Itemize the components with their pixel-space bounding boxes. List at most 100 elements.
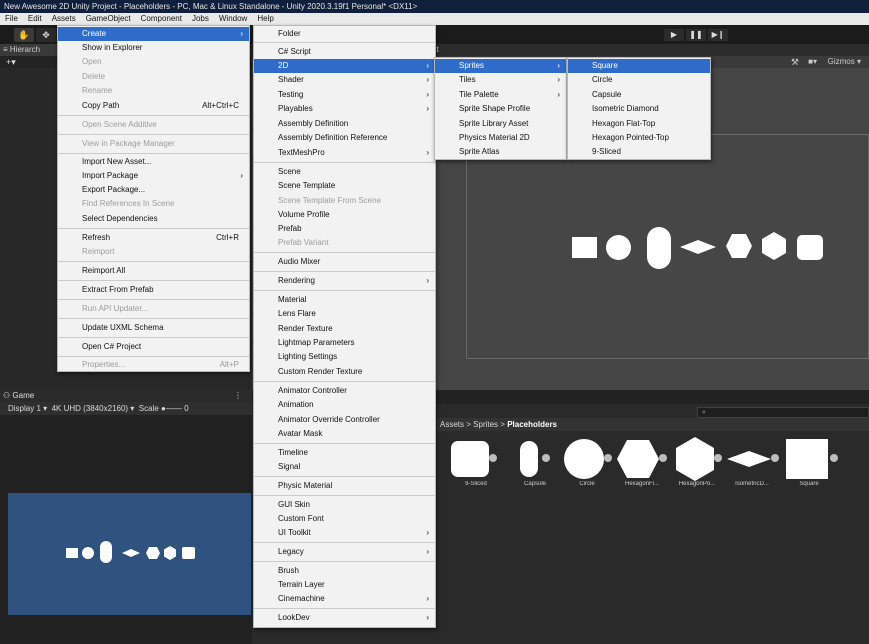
nine-sliced-sprite[interactable]: [797, 235, 823, 260]
menu-item-reimport-all[interactable]: Reimport All: [58, 264, 249, 278]
expand-icon[interactable]: [659, 454, 667, 462]
menu-item-rendering[interactable]: Rendering ›: [254, 274, 435, 288]
menu-item-animation[interactable]: Animation: [254, 398, 435, 412]
breadcrumb-sprites[interactable]: Sprites: [473, 420, 498, 429]
menu-edit[interactable]: Edit: [23, 13, 47, 25]
menu-item-ui-toolkit[interactable]: UI Toolkit ›: [254, 526, 435, 540]
expand-icon[interactable]: [714, 454, 722, 462]
menu-item-physic-material[interactable]: Physic Material: [254, 479, 435, 493]
menu-item-custom-font[interactable]: Custom Font: [254, 512, 435, 526]
menu-item-scene-template[interactable]: Scene Template: [254, 179, 435, 193]
menu-item-timeline[interactable]: Timeline: [254, 446, 435, 460]
search-input[interactable]: ⌕: [697, 407, 869, 418]
menu-gameobject[interactable]: GameObject: [81, 13, 136, 25]
pause-button[interactable]: ❚❚: [686, 29, 706, 41]
expand-icon[interactable]: [489, 454, 497, 462]
menu-item-lookdev[interactable]: LookDev ›: [254, 611, 435, 625]
menu-item-circle[interactable]: Circle: [568, 73, 710, 87]
menu-item-playables[interactable]: Playables ›: [254, 102, 435, 116]
menu-item-prefab[interactable]: Prefab: [254, 222, 435, 236]
menu-file[interactable]: File: [0, 13, 23, 25]
game-tab[interactable]: ⚇ Game ⋮: [0, 390, 252, 402]
menu-component[interactable]: Component: [136, 13, 187, 25]
menu-help[interactable]: Help: [252, 13, 278, 25]
menu-item-gui-skin[interactable]: GUI Skin: [254, 498, 435, 512]
menu-item-extract-from-prefab[interactable]: Extract From Prefab: [58, 283, 249, 297]
menu-window[interactable]: Window: [214, 13, 252, 25]
menu-item-update-uxml-schema[interactable]: Update UXML Schema: [58, 321, 249, 335]
hand-tool-icon[interactable]: ✋: [14, 28, 34, 42]
hierarchy-tab[interactable]: ≡ Hierarch: [0, 44, 60, 56]
menu-item-legacy[interactable]: Legacy ›: [254, 545, 435, 559]
menu-item-lens-flare[interactable]: Lens Flare: [254, 307, 435, 321]
menu-item-create[interactable]: Create ›: [58, 27, 249, 41]
asset-capsule[interactable]: Capsule: [508, 437, 562, 487]
menu-item-sprites[interactable]: Sprites ›: [435, 59, 566, 73]
circle-sprite[interactable]: [606, 235, 631, 260]
step-button[interactable]: ▶❙: [708, 29, 728, 41]
menu-item-sprite-atlas[interactable]: Sprite Atlas: [435, 145, 566, 159]
menu-item-9-sliced[interactable]: 9-Sliced: [568, 145, 710, 159]
menu-item-render-texture[interactable]: Render Texture: [254, 322, 435, 336]
menu-item-testing[interactable]: Testing ›: [254, 88, 435, 102]
asset-isometric-diamond[interactable]: IsometricD...: [725, 437, 779, 487]
camera-icon[interactable]: ■▾: [808, 56, 817, 68]
breadcrumb-assets[interactable]: Assets: [440, 420, 464, 429]
more-options-icon[interactable]: ⋮: [234, 390, 242, 402]
asset-square[interactable]: Square: [782, 437, 838, 487]
menu-item-hexagon-pointed-top[interactable]: Hexagon Pointed-Top: [568, 131, 710, 145]
display-dropdown[interactable]: Display 1: [8, 404, 41, 413]
menu-item-export-package[interactable]: Export Package...: [58, 183, 249, 197]
expand-icon[interactable]: [771, 454, 779, 462]
menu-item-terrain-layer[interactable]: Terrain Layer: [254, 578, 435, 592]
menu-item-animator-override-controller[interactable]: Animator Override Controller: [254, 413, 435, 427]
capsule-sprite[interactable]: [647, 227, 671, 269]
menu-item-copy-path[interactable]: Copy Path Alt+Ctrl+C: [58, 99, 249, 113]
menu-assets[interactable]: Assets: [47, 13, 81, 25]
menu-item-lightmap-parameters[interactable]: Lightmap Parameters: [254, 336, 435, 350]
menu-item-sprite-library-asset[interactable]: Sprite Library Asset: [435, 117, 566, 131]
scale-slider[interactable]: ●——: [161, 404, 182, 413]
expand-icon[interactable]: [604, 454, 612, 462]
menu-item-shader[interactable]: Shader ›: [254, 73, 435, 87]
square-sprite[interactable]: [572, 237, 597, 258]
menu-item-scene[interactable]: Scene: [254, 165, 435, 179]
menu-item-signal[interactable]: Signal: [254, 460, 435, 474]
menu-item-tiles[interactable]: Tiles ›: [435, 73, 566, 87]
asset-hexagon-pointed[interactable]: HexagonPo...: [670, 437, 724, 487]
menu-item-brush[interactable]: Brush: [254, 564, 435, 578]
menu-item-tile-palette[interactable]: Tile Palette ›: [435, 88, 566, 102]
menu-item-assembly-definition[interactable]: Assembly Definition: [254, 117, 435, 131]
asset-hexagon-flat[interactable]: HexagonFl...: [615, 437, 669, 487]
menu-item-import-package[interactable]: Import Package ›: [58, 169, 249, 183]
menu-item-avatar-mask[interactable]: Avatar Mask: [254, 427, 435, 441]
menu-item-select-dependencies[interactable]: Select Dependencies: [58, 212, 249, 226]
menu-item-animator-controller[interactable]: Animator Controller: [254, 384, 435, 398]
menu-item-capsule[interactable]: Capsule: [568, 88, 710, 102]
menu-item-volume-profile[interactable]: Volume Profile: [254, 208, 435, 222]
menu-item-import-new-asset[interactable]: Import New Asset...: [58, 155, 249, 169]
gizmos-dropdown[interactable]: Gizmos ▾: [828, 57, 861, 67]
tools-icon[interactable]: ⚒: [791, 56, 799, 68]
expand-icon[interactable]: [542, 454, 550, 462]
menu-item-material[interactable]: Material: [254, 293, 435, 307]
menu-item-square[interactable]: Square: [568, 59, 710, 73]
menu-item-refresh[interactable]: Refresh Ctrl+R: [58, 231, 249, 245]
menu-item-csharp-script[interactable]: C# Script: [254, 45, 435, 59]
menu-item-show-in-explorer[interactable]: Show in Explorer: [58, 41, 249, 55]
menu-item-custom-render-texture[interactable]: Custom Render Texture: [254, 365, 435, 379]
isometric-diamond-sprite[interactable]: [680, 239, 716, 255]
menu-item-sprite-shape-profile[interactable]: Sprite Shape Profile: [435, 102, 566, 116]
menu-item-cinemachine[interactable]: Cinemachine ›: [254, 592, 435, 606]
menu-item-lighting-settings[interactable]: Lighting Settings: [254, 350, 435, 364]
move-tool-icon[interactable]: ✥: [36, 28, 56, 42]
add-icon[interactable]: +▾: [6, 56, 16, 68]
menu-item-2d[interactable]: 2D ›: [254, 59, 435, 73]
play-button[interactable]: ▶: [664, 29, 684, 41]
menu-item-assembly-definition-reference[interactable]: Assembly Definition Reference: [254, 131, 435, 145]
menu-item-audio-mixer[interactable]: Audio Mixer: [254, 255, 435, 269]
menu-jobs[interactable]: Jobs: [187, 13, 214, 25]
expand-icon[interactable]: [830, 454, 838, 462]
asset-circle[interactable]: Circle: [560, 437, 614, 487]
menu-item-hexagon-flat-top[interactable]: Hexagon Flat-Top: [568, 117, 710, 131]
